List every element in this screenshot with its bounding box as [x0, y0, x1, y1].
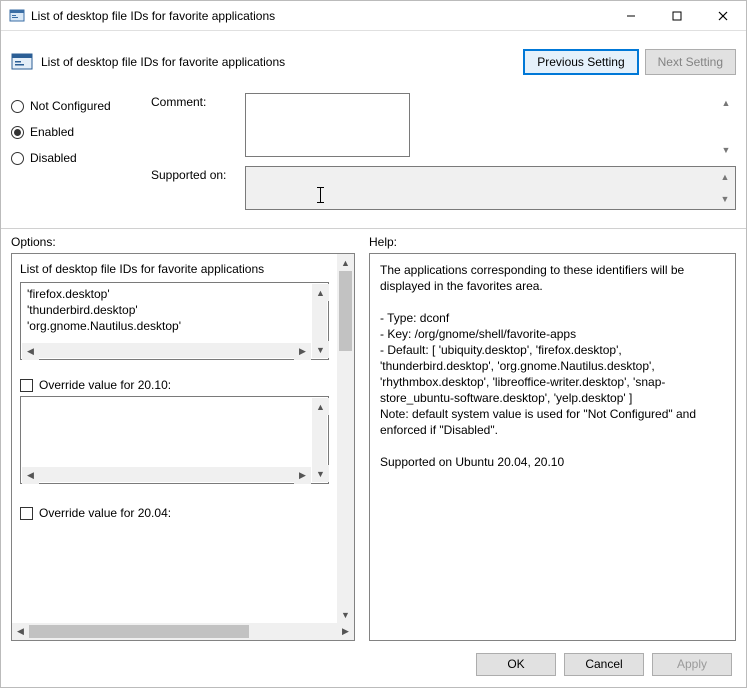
- minimize-button[interactable]: [608, 1, 654, 31]
- window-title: List of desktop file IDs for favorite ap…: [31, 9, 608, 23]
- header-row: List of desktop file IDs for favorite ap…: [1, 31, 746, 83]
- scroll-left-icon[interactable]: ◀: [22, 343, 39, 360]
- scroll-left-icon[interactable]: ◀: [22, 467, 39, 484]
- top-section: Not Configured Enabled Disabled Comment:…: [1, 83, 746, 229]
- radio-enabled[interactable]: Enabled: [11, 125, 151, 139]
- scroll-down-icon[interactable]: ▼: [312, 341, 329, 358]
- options-label: Options:: [11, 235, 355, 249]
- radio-icon: [11, 100, 24, 113]
- scroll-right-icon[interactable]: ▶: [337, 623, 354, 640]
- override-2004-checkbox[interactable]: Override value for 20.04:: [20, 506, 329, 520]
- radio-label: Enabled: [30, 125, 74, 139]
- ok-button[interactable]: OK: [476, 653, 556, 676]
- lower-section: Options: List of desktop file IDs for fa…: [1, 229, 746, 641]
- state-radios: Not Configured Enabled Disabled: [11, 93, 151, 216]
- radio-icon: [11, 152, 24, 165]
- options-panel: List of desktop file IDs for favorite ap…: [11, 253, 355, 641]
- app-icon: [9, 8, 25, 24]
- radio-disabled[interactable]: Disabled: [11, 151, 151, 165]
- comment-textarea[interactable]: [245, 93, 410, 157]
- scroll-up-icon: ▲: [717, 169, 733, 185]
- titlebar: List of desktop file IDs for favorite ap…: [1, 1, 746, 31]
- list-item[interactable]: 'org.gnome.Nautilus.desktop': [27, 318, 322, 334]
- scrollbar-thumb[interactable]: [29, 625, 249, 638]
- help-text: The applications corresponding to these …: [369, 253, 736, 641]
- checkbox-label: Override value for 20.04:: [39, 506, 171, 520]
- scroll-down-icon[interactable]: ▼: [337, 606, 354, 623]
- previous-setting-button[interactable]: Previous Setting: [523, 49, 638, 75]
- listbox-hscroll[interactable]: ◀ ▶: [22, 343, 311, 358]
- radio-icon: [11, 126, 24, 139]
- listbox-vscroll[interactable]: ▲ ▼: [312, 398, 327, 482]
- scroll-up-icon[interactable]: ▲: [312, 284, 329, 301]
- checkbox-icon: [20, 379, 33, 392]
- cancel-button[interactable]: Cancel: [564, 653, 644, 676]
- help-label: Help:: [369, 235, 736, 249]
- supported-on-label: Supported on:: [151, 166, 245, 210]
- options-list-title: List of desktop file IDs for favorite ap…: [20, 262, 329, 276]
- scroll-left-icon[interactable]: ◀: [12, 623, 29, 640]
- scroll-up-icon: ▲: [718, 95, 734, 111]
- radio-label: Not Configured: [30, 99, 111, 113]
- supported-on-box: ▲ ▼: [245, 166, 736, 210]
- favorite-apps-listbox[interactable]: 'firefox.desktop' 'thunderbird.desktop' …: [20, 282, 329, 360]
- list-item[interactable]: 'firefox.desktop': [27, 286, 322, 302]
- options-vscroll[interactable]: ▲ ▼: [337, 254, 354, 623]
- options-hscroll[interactable]: ◀ ▶: [12, 623, 354, 640]
- scroll-up-icon[interactable]: ▲: [312, 398, 329, 415]
- scroll-right-icon[interactable]: ▶: [294, 343, 311, 360]
- override-2010-listbox[interactable]: ▲ ▼ ◀ ▶: [20, 396, 329, 484]
- next-setting-button[interactable]: Next Setting: [645, 49, 736, 75]
- scroll-right-icon[interactable]: ▶: [294, 467, 311, 484]
- scrollbar-thumb[interactable]: [339, 271, 352, 351]
- listbox-hscroll[interactable]: ◀ ▶: [22, 467, 311, 482]
- scroll-down-icon[interactable]: ▼: [312, 465, 329, 482]
- policy-icon: [11, 51, 33, 73]
- checkbox-label: Override value for 20.10:: [39, 378, 171, 392]
- radio-not-configured[interactable]: Not Configured: [11, 99, 151, 113]
- scroll-down-icon: ▼: [718, 142, 734, 158]
- header-title: List of desktop file IDs for favorite ap…: [41, 55, 523, 69]
- listbox-vscroll[interactable]: ▲ ▼: [312, 284, 327, 358]
- comment-label: Comment:: [151, 93, 245, 160]
- radio-label: Disabled: [30, 151, 77, 165]
- close-button[interactable]: [700, 1, 746, 31]
- dialog-footer: OK Cancel Apply: [1, 641, 746, 687]
- text-cursor-icon: [320, 187, 321, 203]
- scroll-up-icon[interactable]: ▲: [337, 254, 354, 271]
- list-item[interactable]: 'thunderbird.desktop': [27, 302, 322, 318]
- checkbox-icon: [20, 507, 33, 520]
- apply-button[interactable]: Apply: [652, 653, 732, 676]
- override-2010-checkbox[interactable]: Override value for 20.10:: [20, 378, 329, 392]
- scroll-down-icon: ▼: [717, 191, 733, 207]
- maximize-button[interactable]: [654, 1, 700, 31]
